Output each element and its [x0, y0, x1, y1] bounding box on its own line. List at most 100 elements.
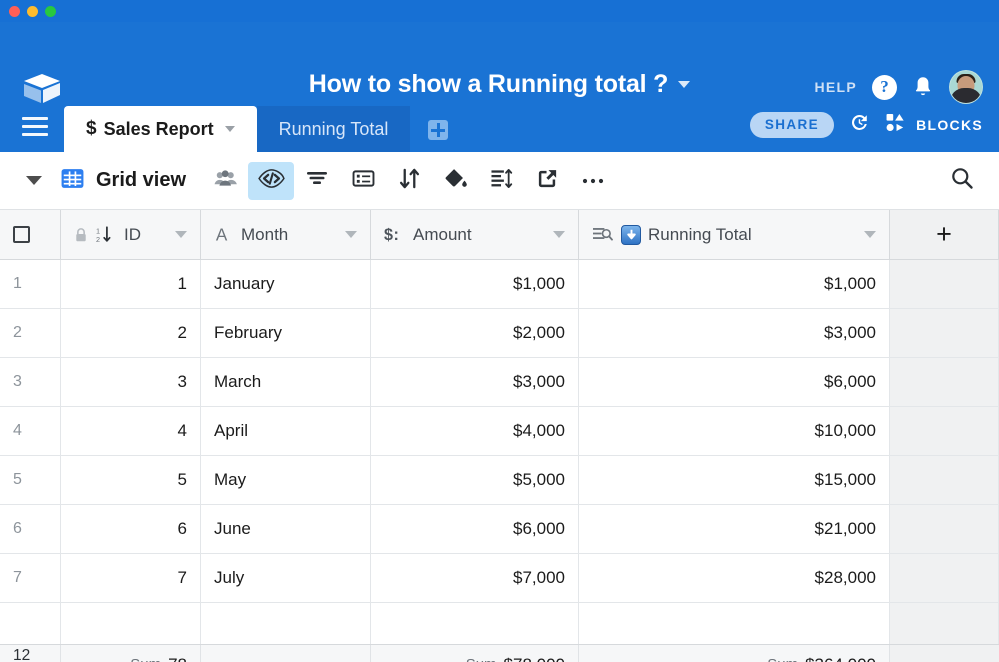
cell-amount[interactable]	[371, 603, 579, 644]
cell-running-total[interactable]: $28,000	[579, 554, 890, 602]
add-table-button[interactable]	[428, 120, 449, 140]
summary-id-cell[interactable]: Sum 78	[61, 645, 201, 662]
table-row[interactable]: 1 1 January $1,000 $1,000	[0, 260, 999, 309]
chevron-down-icon[interactable]	[864, 231, 876, 238]
table-row[interactable]: 7 7 July $7,000 $28,000	[0, 554, 999, 603]
summary-spacer	[890, 645, 999, 662]
table-row[interactable]: 2 2 February $2,000 $3,000	[0, 309, 999, 358]
cell-running-total[interactable]	[579, 603, 890, 644]
cell-month[interactable]: April	[201, 407, 371, 455]
cell-month[interactable]: March	[201, 358, 371, 406]
blocks-button[interactable]: BLOCKS	[885, 113, 983, 137]
cell-id[interactable]: 7	[61, 554, 201, 602]
row-number-cell[interactable]: 7	[0, 554, 61, 602]
checkbox-icon[interactable]	[13, 226, 30, 243]
cell-month[interactable]: February	[201, 309, 371, 357]
avatar[interactable]	[949, 70, 983, 104]
cell-running-total[interactable]: $3,000	[579, 309, 890, 357]
table-row[interactable]: 4 4 April $4,000 $10,000	[0, 407, 999, 456]
chevron-down-icon[interactable]	[175, 231, 187, 238]
cell-empty-spacer	[890, 407, 999, 455]
summary-amount-cell[interactable]: Sum $78,000	[371, 645, 579, 662]
chevron-down-icon[interactable]	[553, 231, 565, 238]
cell-id[interactable]: 6	[61, 505, 201, 553]
table-row-partial[interactable]	[0, 603, 999, 644]
select-all-cell[interactable]	[0, 210, 61, 259]
add-field-button[interactable]: +	[890, 210, 999, 259]
hamburger-menu-icon[interactable]	[22, 117, 48, 136]
row-number-cell[interactable]: 2	[0, 309, 61, 357]
row-number-cell[interactable]: 5	[0, 456, 61, 504]
cell-amount[interactable]: $4,000	[371, 407, 579, 455]
bell-icon[interactable]	[912, 75, 934, 99]
group-records-button[interactable]	[340, 162, 386, 200]
row-number-cell[interactable]: 4	[0, 407, 61, 455]
cell-id[interactable]: 3	[61, 358, 201, 406]
group-records-icon	[352, 169, 375, 193]
cell-running-total[interactable]: $15,000	[579, 456, 890, 504]
column-header-amount[interactable]: $ : Amount	[371, 210, 579, 259]
cell-running-total[interactable]: $6,000	[579, 358, 890, 406]
cell-running-total[interactable]: $10,000	[579, 407, 890, 455]
summary-running-cell[interactable]: Sum $364,000	[579, 645, 890, 662]
share-view-button[interactable]	[524, 162, 570, 200]
more-options-button[interactable]	[570, 162, 616, 200]
cell-empty-spacer	[890, 456, 999, 504]
cell-id[interactable]: 5	[61, 456, 201, 504]
table-row[interactable]: 3 3 March $3,000 $6,000	[0, 358, 999, 407]
view-switcher[interactable]: Grid view	[60, 166, 186, 196]
history-clock-icon[interactable]	[848, 111, 871, 139]
cell-id[interactable]: 4	[61, 407, 201, 455]
table-row[interactable]: 6 6 June $6,000 $21,000	[0, 505, 999, 554]
cell-amount[interactable]: $3,000	[371, 358, 579, 406]
header-top-bar: How to show a Running total ? HELP ?	[0, 22, 999, 104]
table-row[interactable]: 5 5 May $5,000 $15,000	[0, 456, 999, 505]
filter-button[interactable]	[294, 162, 340, 200]
cell-amount[interactable]: $6,000	[371, 505, 579, 553]
row-number-cell[interactable]	[0, 603, 61, 644]
chevron-down-icon[interactable]	[678, 81, 691, 88]
api-code-button[interactable]	[248, 161, 295, 200]
row-height-button[interactable]	[478, 162, 524, 200]
cell-amount[interactable]: $7,000	[371, 554, 579, 602]
search-button[interactable]	[939, 162, 985, 200]
chevron-down-icon[interactable]	[224, 126, 235, 132]
minimize-window-button[interactable]	[27, 5, 38, 17]
page-title[interactable]: How to show a Running total ?	[309, 70, 669, 99]
cell-id[interactable]: 1	[61, 260, 201, 308]
collaborators-button[interactable]	[202, 162, 248, 200]
cell-running-total[interactable]: $21,000	[579, 505, 890, 553]
column-header-running-total[interactable]: Running Total	[579, 210, 890, 259]
question-mark-icon[interactable]: ?	[872, 74, 897, 100]
column-header-month[interactable]: A Month	[201, 210, 371, 259]
table-tab-bar: $ Sales Report Running Total SHARE BLOCK…	[0, 100, 999, 152]
cell-month[interactable]: January	[201, 260, 371, 308]
tab-sales-report[interactable]: $ Sales Report	[64, 106, 257, 152]
share-button[interactable]: SHARE	[749, 112, 835, 138]
cell-month[interactable]: June	[201, 505, 371, 553]
cell-id[interactable]	[61, 603, 201, 644]
cell-amount[interactable]: $5,000	[371, 456, 579, 504]
chevron-down-icon[interactable]	[345, 231, 357, 238]
cell-month[interactable]: May	[201, 456, 371, 504]
summary-month-cell[interactable]	[201, 645, 371, 662]
cell-id[interactable]: 2	[61, 309, 201, 357]
cell-running-total[interactable]: $1,000	[579, 260, 890, 308]
column-header-id[interactable]: 1 2 ID	[61, 210, 201, 259]
row-number-cell[interactable]: 3	[0, 358, 61, 406]
tab-running-total[interactable]: Running Total	[256, 106, 411, 152]
close-window-button[interactable]	[9, 5, 20, 17]
cell-month[interactable]: July	[201, 554, 371, 602]
cell-empty-spacer	[890, 358, 999, 406]
row-number-cell[interactable]: 1	[0, 260, 61, 308]
sort-button[interactable]	[386, 162, 432, 200]
row-number-cell[interactable]: 6	[0, 505, 61, 553]
summary-running-label: Sum	[767, 656, 798, 662]
cell-month[interactable]	[201, 603, 371, 644]
help-label[interactable]: HELP	[814, 79, 857, 95]
triangle-down-icon[interactable]	[26, 176, 42, 185]
cell-amount[interactable]: $2,000	[371, 309, 579, 357]
maximize-window-button[interactable]	[45, 5, 56, 17]
color-button[interactable]	[432, 162, 478, 200]
cell-amount[interactable]: $1,000	[371, 260, 579, 308]
